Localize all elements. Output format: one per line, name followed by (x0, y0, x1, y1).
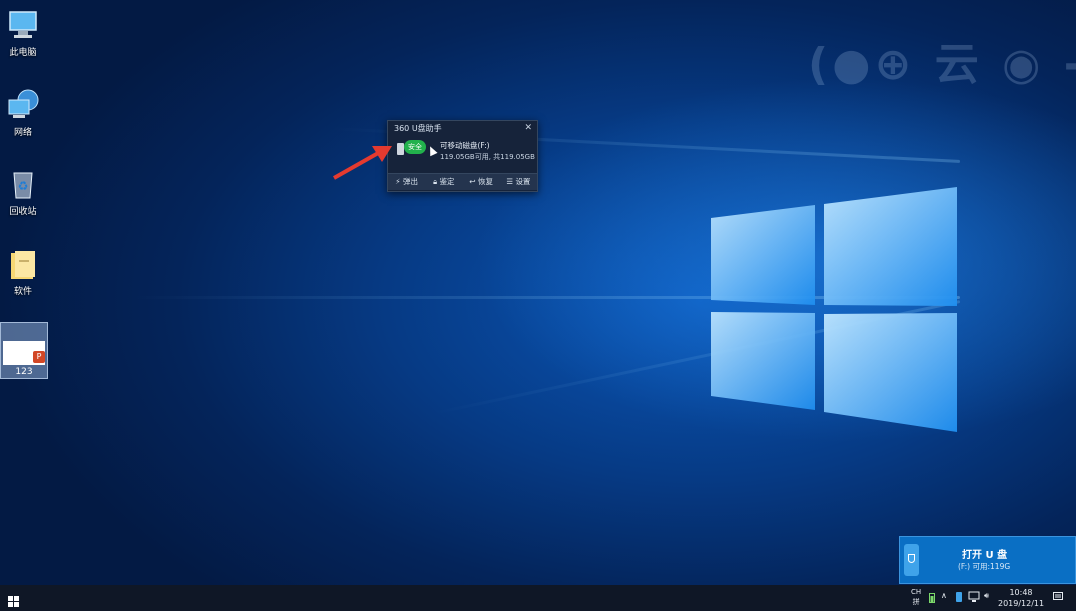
watermark-text: (●⊕ 云 ◉ - (808, 39, 1076, 90)
desktop-background: (●⊕ 云 ◉ - 此电脑 网络 ♻ 回收站 软件 P 123 360 U盘助手 (0, 0, 1076, 585)
clock-time: 10:48 (1009, 588, 1033, 597)
network-icon (6, 88, 40, 122)
windows-start-icon[interactable] (8, 592, 19, 607)
drive-name: 可移动磁盘(F:) (440, 141, 490, 150)
lock-icon: 🔒︎ (433, 177, 438, 186)
desktop-icon-recycle-bin[interactable]: ♻ 回收站 (1, 167, 45, 217)
taskbar: CH 拼 ∧ 🔊︎ 10:48 2019/12/11 (0, 585, 1076, 611)
annotation-arrow (333, 146, 392, 180)
safe-status-badge[interactable]: 安全 (404, 140, 426, 154)
restore-icon: ↩ (469, 177, 476, 186)
close-icon[interactable]: ✕ (524, 121, 532, 136)
clock[interactable]: 10:48 2019/12/11 (998, 587, 1044, 609)
battery-icon[interactable] (929, 592, 935, 605)
panel-header: 360 U盘助手 ✕ (388, 121, 537, 136)
identify-button[interactable]: 🔒︎ 鉴定 (425, 174, 462, 190)
popup-subtitle: (F:) 可用:119G (958, 562, 1011, 571)
settings-button[interactable]: ☰ 设置 (500, 174, 537, 190)
clock-date: 2019/12/11 (998, 599, 1045, 608)
panel-toolbar: ⚡ 弹出 🔒︎ 鉴定 ↩ 恢复 ☰ 设置 (388, 173, 537, 190)
popup-title: 打开 U 盘 (962, 550, 1008, 561)
drive-info: 安全 可移动磁盘(F:) 119.05GB可用, 共119.05GB (388, 136, 537, 173)
powerpoint-file-icon: P (3, 341, 45, 365)
drive-space: 119.05GB可用, 共119.05GB (440, 153, 535, 161)
desktop-icon-123-selected[interactable]: P 123 (0, 322, 48, 379)
desktop-icon-this-pc[interactable]: 此电脑 (1, 8, 45, 58)
network-tray-icon[interactable] (968, 591, 980, 605)
open-usb-popup[interactable]: 打开 U 盘 (F:) 可用:119G (899, 536, 1076, 584)
panel-title: 360 U盘助手 (394, 124, 442, 133)
usb-drive-icon (904, 544, 919, 576)
settings-list-icon: ☰ (506, 177, 514, 186)
computer-icon (6, 8, 40, 42)
svg-text:♻: ♻ (18, 179, 29, 193)
desktop-icon-network[interactable]: 网络 (1, 88, 45, 138)
usb-tray-icon[interactable] (955, 591, 963, 605)
cursor-icon (426, 144, 438, 157)
recycle-bin-icon: ♻ (6, 167, 40, 201)
chevron-up-icon[interactable]: ∧ (941, 591, 947, 600)
u-disk-assistant-panel[interactable]: 360 U盘助手 ✕ 安全 可移动磁盘(F:) 119.05GB可用, 共119… (387, 120, 538, 192)
folder-icon (6, 247, 40, 281)
desktop-icon-software-folder[interactable]: 软件 (1, 247, 45, 297)
restore-button[interactable]: ↩ 恢复 (463, 174, 500, 190)
ime-indicator[interactable]: CH 拼 (911, 587, 921, 607)
volume-icon[interactable]: 🔊︎ (984, 591, 989, 601)
notification-icon[interactable] (1053, 592, 1063, 604)
